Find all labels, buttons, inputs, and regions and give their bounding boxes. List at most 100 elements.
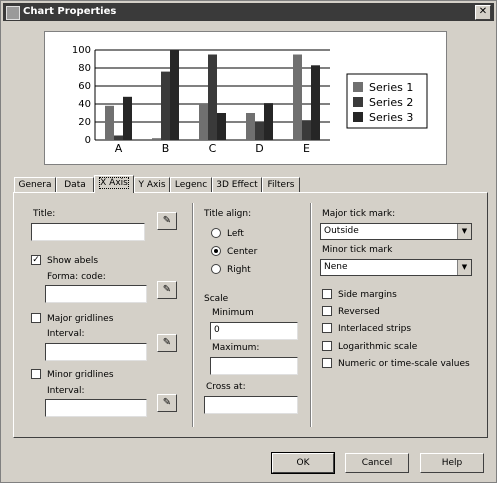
chevron-down-icon[interactable]: ▼	[457, 260, 471, 275]
logarithmic-scale-checkbox[interactable]	[322, 341, 332, 351]
y-tick-label: 60	[78, 81, 91, 92]
align-left-label: Left	[227, 229, 244, 239]
font-picker-icon[interactable]: ✎	[157, 212, 177, 230]
format-code-input[interactable]	[45, 285, 147, 303]
format-picker-icon[interactable]: ✎	[157, 281, 177, 299]
tab-label: Filters	[267, 180, 295, 190]
legend-swatch	[353, 97, 363, 107]
reversed-checkbox[interactable]	[322, 306, 332, 316]
minor-interval-input[interactable]	[45, 399, 147, 417]
bar	[255, 122, 264, 140]
x-tick-label: C	[209, 142, 217, 155]
tab-y-axis[interactable]: Y Axis	[134, 177, 170, 192]
x-tick-label: B	[162, 142, 170, 155]
major-gridlines-checkbox[interactable]	[31, 313, 41, 323]
bar	[311, 65, 320, 140]
minimum-input[interactable]: 0	[210, 322, 298, 340]
align-right-radio[interactable]	[211, 264, 221, 274]
bar	[161, 71, 170, 140]
tab-label: X Axis	[99, 177, 129, 189]
scale-label: Scale	[204, 294, 229, 304]
x-axis-panel: Title: ✎ ✓ Show abels Forma: code: ✎ Maj…	[13, 192, 488, 438]
major-gridlines-label: Major gridlines	[47, 314, 114, 324]
maximum-label: Maximum:	[212, 343, 260, 353]
y-tick-label: 100	[72, 45, 91, 56]
tab-filters[interactable]: Filters	[262, 177, 300, 192]
major-line-style-icon[interactable]: ✎	[157, 334, 177, 352]
y-tick-label: 80	[78, 63, 91, 74]
minimum-label: Minimum	[212, 308, 254, 318]
column-divider	[192, 203, 194, 427]
tab-general[interactable]: Genera	[14, 177, 56, 192]
bar	[105, 105, 114, 140]
maximum-input[interactable]	[210, 357, 298, 375]
numeric-values-checkbox[interactable]	[322, 358, 332, 368]
align-left-radio[interactable]	[211, 228, 221, 238]
minor-gridlines-label: Minor gridlines	[47, 370, 114, 380]
interlaced-strips-label: Interlaced strips	[338, 324, 412, 334]
bar	[293, 54, 302, 140]
minor-tick-value: Nene	[324, 262, 348, 272]
major-tick-value: Outside	[324, 226, 359, 236]
bar	[114, 135, 123, 140]
major-interval-label: Interval:	[47, 329, 85, 339]
help-button[interactable]: Help	[420, 453, 484, 473]
cross-at-input[interactable]	[204, 396, 298, 414]
x-tick-label: D	[255, 142, 263, 155]
align-center-label: Center	[227, 247, 258, 257]
close-icon[interactable]: ✕	[475, 5, 491, 20]
minor-gridlines-checkbox[interactable]	[31, 369, 41, 379]
window-title: Chart Properties	[23, 6, 117, 17]
major-interval-input[interactable]	[45, 343, 147, 361]
legend-swatch	[353, 112, 363, 122]
minor-interval-label: Interval:	[47, 386, 85, 396]
bar	[123, 96, 132, 140]
bar	[199, 104, 208, 140]
legend-label: Series 1	[369, 81, 413, 94]
ok-button[interactable]: OK	[271, 452, 335, 474]
bar	[152, 138, 161, 140]
chart-properties-dialog: Chart Properties ✕ 0 20 40 60 80 100 A B C D E Seri…	[0, 0, 497, 483]
tab-label: Genera	[18, 180, 52, 190]
y-tick-label: 20	[78, 117, 91, 128]
chart-preview: 0 20 40 60 80 100 A B C D E Series 1 Series 2 Series …	[44, 31, 447, 165]
minor-tick-label: Minor tick mark	[322, 245, 393, 255]
minor-tick-select[interactable]: Nene ▼	[320, 259, 472, 276]
tab-label: Y Axis	[138, 180, 166, 190]
tab-data[interactable]: Data	[56, 177, 94, 192]
show-labels-label: Show abels	[47, 256, 99, 266]
align-center-radio[interactable]	[211, 246, 221, 256]
minor-line-style-icon[interactable]: ✎	[157, 394, 177, 412]
align-right-label: Right	[227, 265, 251, 275]
y-tick-label: 0	[85, 135, 91, 146]
tab-label: Data	[64, 180, 86, 190]
major-tick-label: Major tick mark:	[322, 209, 396, 219]
bar	[217, 113, 226, 140]
cancel-button[interactable]: Cancel	[345, 453, 409, 473]
tab-label: 3D Effect	[216, 180, 258, 190]
interlaced-strips-checkbox[interactable]	[322, 323, 332, 333]
bar	[170, 50, 179, 140]
tab-legend[interactable]: Legenc	[170, 177, 212, 192]
chevron-down-icon[interactable]: ▼	[457, 224, 471, 239]
title-input[interactable]	[31, 223, 145, 241]
title-bar[interactable]: Chart Properties ✕	[3, 3, 494, 21]
format-code-label: Forma: code:	[47, 272, 106, 282]
side-margins-label: Side margins	[338, 290, 397, 300]
x-tick-label: E	[303, 142, 310, 155]
title-label: Title:	[33, 209, 56, 219]
legend-label: Series 3	[369, 111, 413, 124]
legend-swatch	[353, 82, 363, 92]
cross-at-label: Cross at:	[206, 382, 246, 392]
side-margins-checkbox[interactable]	[322, 289, 332, 299]
tab-x-axis[interactable]: X Axis	[94, 175, 134, 193]
reversed-label: Reversed	[338, 307, 380, 317]
logarithmic-scale-label: Logarithmic scale	[338, 342, 418, 352]
major-tick-select[interactable]: Outside ▼	[320, 223, 472, 240]
bar	[208, 54, 217, 140]
tab-3d-effect[interactable]: 3D Effect	[212, 177, 262, 192]
bar	[246, 113, 255, 140]
show-labels-checkbox[interactable]: ✓	[31, 255, 41, 265]
bar	[302, 120, 311, 140]
tab-label: Legenc	[174, 180, 208, 190]
